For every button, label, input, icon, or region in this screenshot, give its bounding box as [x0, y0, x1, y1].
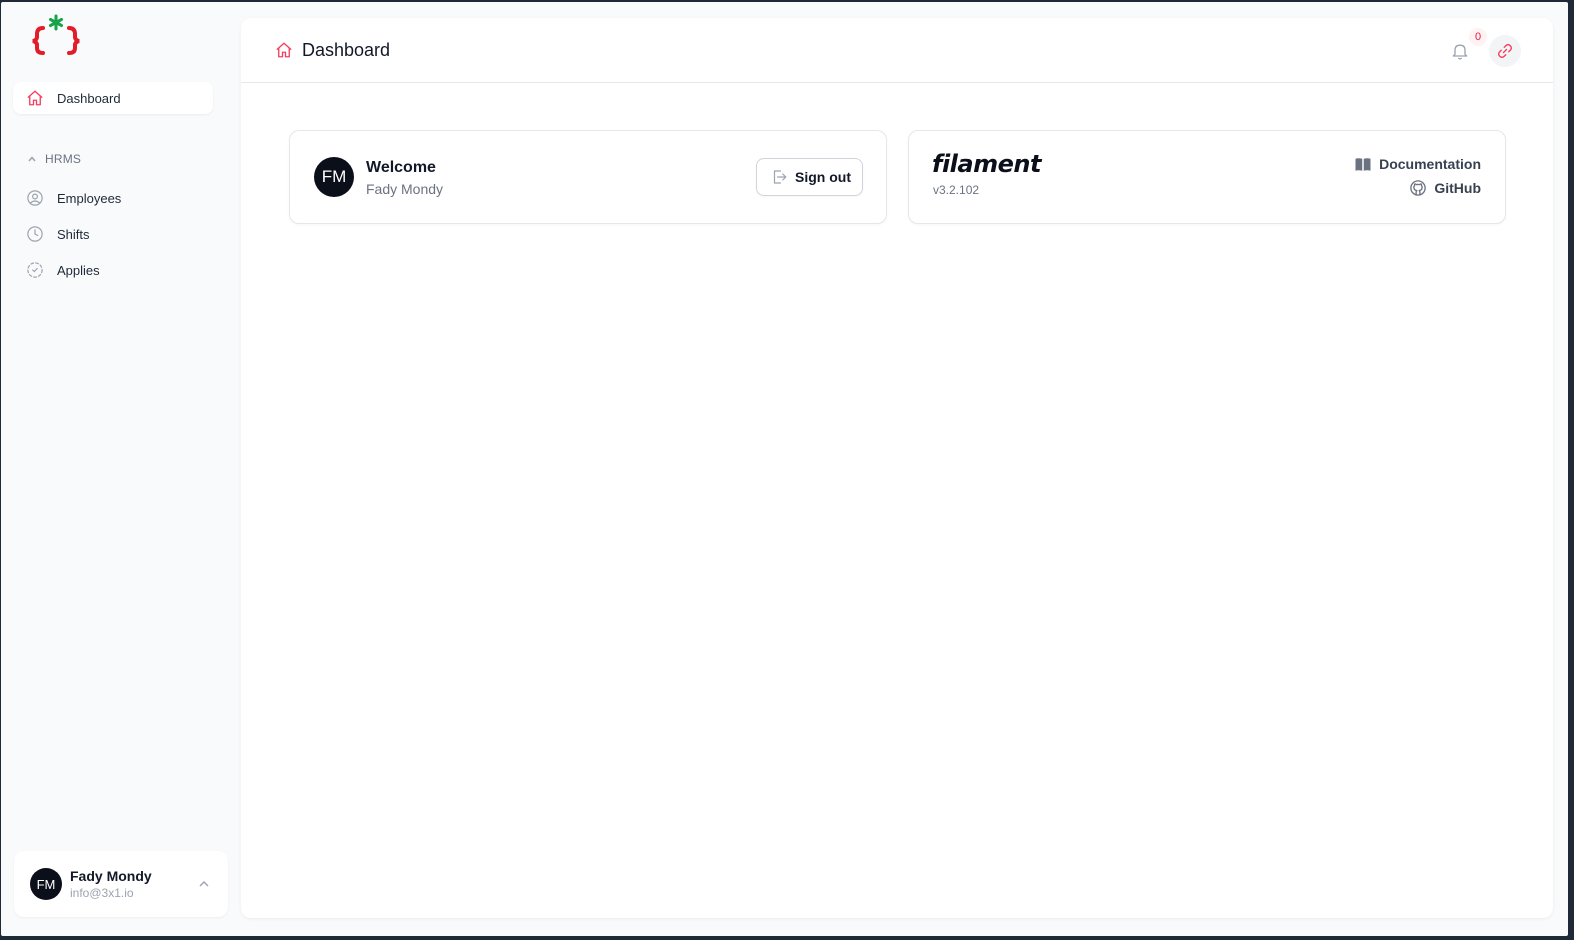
sidebar-item-shifts[interactable]: Shifts — [13, 218, 213, 250]
user-name: Fady Mondy — [70, 868, 152, 884]
book-icon — [1354, 155, 1372, 173]
welcome-card: FM Welcome Fady Mondy Sign out — [289, 130, 887, 224]
user-email: info@3x1.io — [70, 886, 134, 900]
documentation-link[interactable]: Documentation — [1354, 155, 1481, 173]
filament-info-card: filament v3.2.102 Documentation GitHub — [908, 130, 1506, 224]
nav-group-hrms[interactable]: HRMS — [25, 152, 81, 166]
user-info: Fady Mondy info@3x1.io — [70, 868, 197, 900]
avatar: FM — [30, 868, 62, 900]
sidebar-item-label: Shifts — [57, 226, 90, 242]
notifications-count-badge: 0 — [1469, 28, 1487, 46]
link-button[interactable] — [1489, 35, 1521, 67]
welcome-title: Welcome — [366, 159, 436, 176]
home-icon — [25, 88, 45, 108]
sidebar: Dashboard HRMS Employees Shifts Applies — [1, 2, 241, 936]
app-window: Dashboard HRMS Employees Shifts Applies — [1, 2, 1568, 936]
filament-version: v3.2.102 — [933, 183, 980, 197]
github-icon — [1409, 179, 1427, 197]
sign-out-button[interactable]: Sign out — [756, 158, 863, 196]
chevron-up-icon — [197, 877, 211, 891]
home-icon — [274, 40, 294, 60]
sidebar-item-label: Employees — [57, 190, 122, 206]
link-icon — [1496, 42, 1514, 60]
github-label: GitHub — [1434, 180, 1481, 196]
top-bar: Dashboard 0 — [241, 18, 1553, 83]
github-link[interactable]: GitHub — [1409, 179, 1481, 197]
welcome-user-name: Fady Mondy — [366, 181, 444, 197]
clock-icon — [25, 224, 45, 244]
sign-out-label: Sign out — [795, 169, 851, 185]
chevron-up-icon — [25, 152, 39, 166]
sidebar-item-dashboard[interactable]: Dashboard — [13, 82, 213, 114]
nav-group-label: HRMS — [45, 152, 82, 166]
sidebar-item-applies[interactable]: Applies — [13, 254, 213, 286]
dashed-circle-icon — [25, 260, 45, 280]
documentation-label: Documentation — [1379, 156, 1481, 172]
sidebar-item-employees[interactable]: Employees — [13, 182, 213, 214]
filament-logo: filament — [932, 150, 1041, 178]
sign-out-icon — [770, 168, 788, 186]
user-circle-icon — [25, 188, 45, 208]
page-title: Dashboard — [302, 39, 391, 60]
sidebar-item-label: Applies — [57, 262, 100, 278]
notifications-bell-icon[interactable] — [1449, 40, 1471, 62]
main-panel: Dashboard 0 FM Welcome Fady Mondy Sign o… — [241, 18, 1553, 918]
user-menu[interactable]: FM Fady Mondy info@3x1.io — [14, 851, 228, 917]
brand-logo[interactable] — [31, 14, 81, 58]
sidebar-item-label: Dashboard — [57, 90, 121, 106]
avatar: FM — [314, 157, 354, 197]
